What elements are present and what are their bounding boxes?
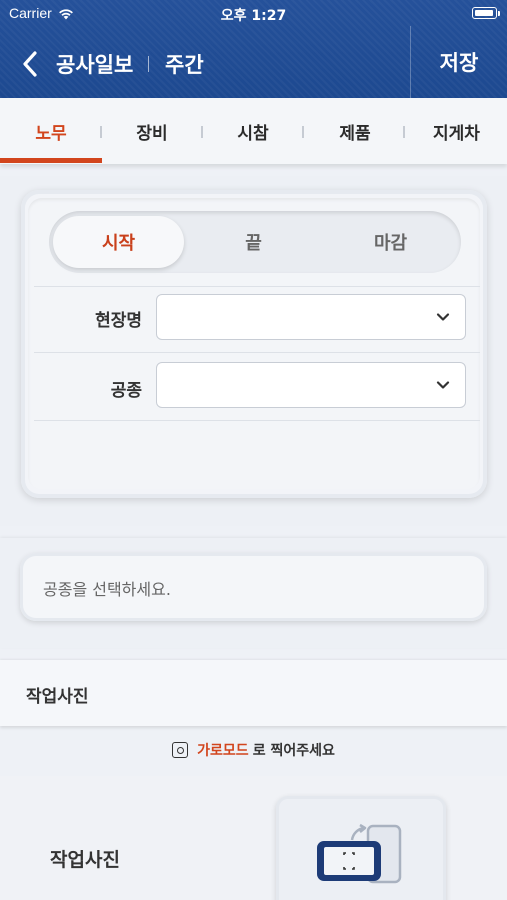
rotate-to-landscape-icon [317,823,402,884]
work-type-select[interactable] [156,362,466,408]
work-photo-label: 작업사진 [50,849,120,871]
status-time: 오후 1:27 [220,8,287,24]
tab-forklift[interactable]: 지게차 [406,98,507,164]
work-photo-title: 작업사진 [26,687,89,707]
tab-equipment[interactable]: 장비 [102,98,202,164]
tab-labor[interactable]: 노무 [0,98,102,164]
chevron-down-icon [436,381,450,389]
tab-divider [100,126,102,138]
row-divider [34,352,480,353]
tab-divider [302,126,304,138]
tab-product[interactable]: 제품 [304,98,406,164]
site-select[interactable] [156,294,466,340]
period-label[interactable]: 주간 [165,49,204,79]
work-type-label: 공종 [110,381,142,401]
tab-bar: 노무 장비 시참 제품 지게차 [0,98,507,164]
tab-active-indicator [0,158,102,163]
segment-start[interactable]: 시작 [53,216,184,268]
title-separator [148,56,149,72]
save-button[interactable]: 저장 [411,26,507,98]
tab-divider [403,126,405,138]
message-text: 공종을 선택하세요. [43,580,171,599]
landscape-hint: 가로모드 로 찍어주세요 [0,740,507,760]
chevron-left-icon [23,51,37,77]
hint-text: 로 찍어주세요 [252,743,335,759]
back-button[interactable] [22,50,44,78]
photo-capture-button[interactable] [276,796,446,900]
tab-inspection[interactable]: 시참 [202,98,304,164]
chevron-down-icon [436,313,450,321]
tab-divider [201,126,203,138]
status-bar: Carrier 오후 1:27 [0,0,507,26]
row-divider [34,286,480,287]
segment-close[interactable]: 마감 [325,216,456,268]
battery-tip [498,11,500,16]
battery-icon [472,7,497,19]
page-title: 공사일보 [56,53,134,77]
hint-accent: 가로모드 [197,743,249,759]
row-divider [34,420,480,421]
segment-end[interactable]: 끝 [188,216,319,268]
nav-bar: 공사일보 주간 저장 [0,26,507,98]
camera-icon [172,742,189,758]
site-label: 현장명 [95,311,142,331]
